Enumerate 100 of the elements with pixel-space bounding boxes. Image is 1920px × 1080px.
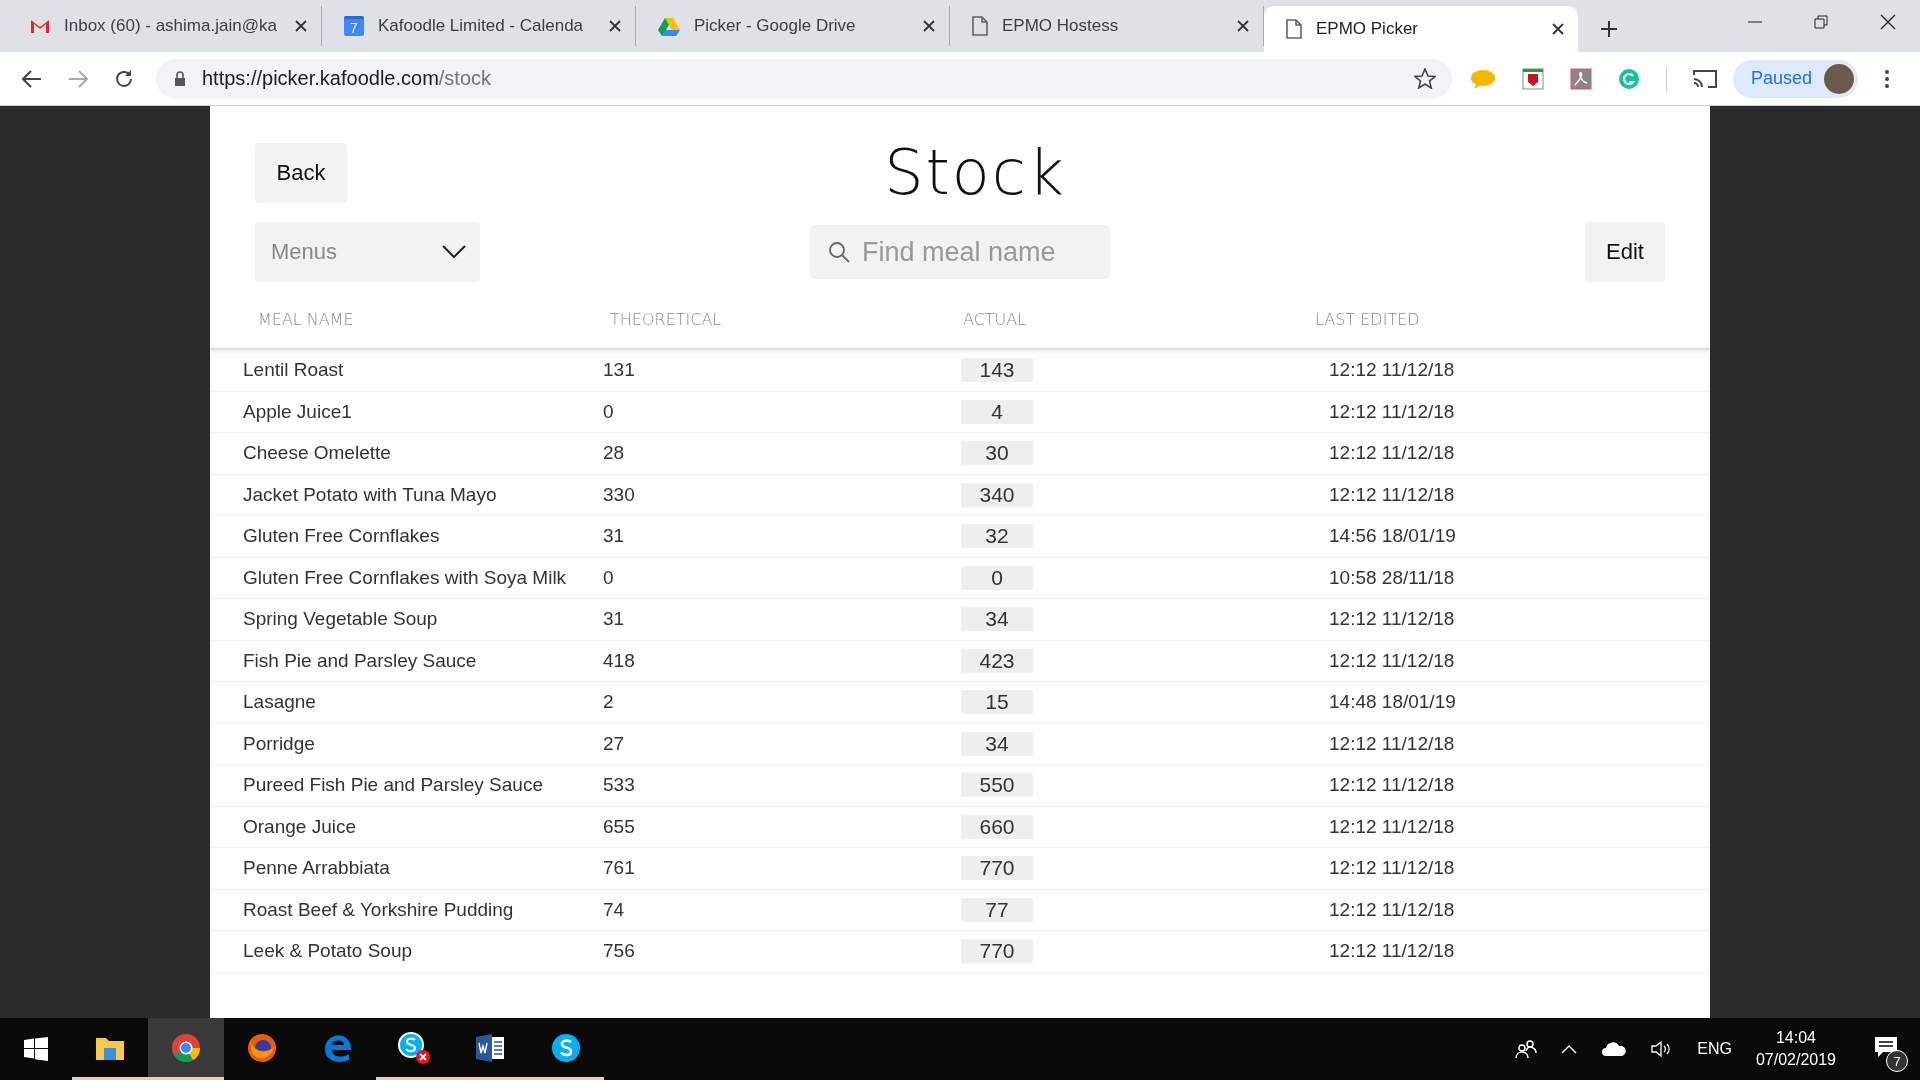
- people-icon[interactable]: [1515, 1039, 1538, 1059]
- actual-value: 0: [961, 565, 1033, 590]
- chevron-up-icon[interactable]: [1561, 1044, 1578, 1054]
- page-title: Stock: [884, 136, 1066, 209]
- table-cell-text: 0: [603, 400, 615, 423]
- table-cell-text: 756: [603, 940, 636, 963]
- table-cell-text: Jacket Potato with Tuna Mayo: [243, 483, 498, 506]
- menu-icon[interactable]: [1884, 68, 1891, 89]
- table-cell-text: 12:12 11/12/18: [1328, 940, 1456, 963]
- s-logo-icon: [551, 1032, 581, 1063]
- table-cell-text: Apple Juice1: [243, 400, 353, 423]
- language-indicator[interactable]: ENG: [1697, 1040, 1732, 1058]
- table-cell-text: Fish Pie and Parsley Sauce: [243, 649, 478, 672]
- cast-icon[interactable]: [1693, 68, 1717, 89]
- taskbar-app[interactable]: [148, 1018, 224, 1080]
- avatar: [1824, 63, 1855, 94]
- close-icon[interactable]: [1237, 20, 1249, 32]
- close-icon[interactable]: [609, 20, 621, 32]
- table-cell-text: 12:12 11/12/18: [1328, 442, 1456, 465]
- table-cell-text: 14:48 18/01/19: [1328, 691, 1457, 714]
- table-cell-text: 12:12 11/12/18: [1328, 857, 1456, 880]
- table-cell-text: Lentil Roast: [243, 359, 345, 382]
- actual-value: 32: [961, 524, 1033, 549]
- e-logo-icon: [323, 1032, 353, 1063]
- table-cell-text: Spring Vegetable Soup: [243, 608, 439, 631]
- chevron-down-icon: [442, 245, 466, 259]
- table-cell-text: 418: [603, 649, 636, 672]
- calendar-icon: 7: [344, 16, 364, 36]
- table-cell-text: 12:12 11/12/18: [1328, 400, 1456, 423]
- document-icon: [972, 16, 988, 36]
- url-text: https://picker.kafoodle.com/stock: [202, 67, 492, 90]
- table-cell-text: Gluten Free Cornflakes: [243, 525, 441, 548]
- star-icon[interactable]: [1414, 68, 1436, 89]
- actual-value: 77: [961, 897, 1033, 922]
- table-cell-text: Pureed Fish Pie and Parsley Sauce: [243, 774, 544, 797]
- table-cell-text: 655: [603, 815, 636, 838]
- close-icon[interactable]: [923, 20, 935, 32]
- actual-value: 550: [961, 773, 1033, 798]
- close-icon[interactable]: [295, 20, 307, 32]
- close-icon[interactable]: [1552, 23, 1564, 35]
- table-cell-text: 28: [603, 442, 626, 465]
- actual-value: 30: [961, 441, 1033, 466]
- restore-icon[interactable]: [1814, 15, 1828, 29]
- column-header: THEORETICAL: [610, 310, 723, 331]
- actual-value: 4: [961, 399, 1033, 424]
- column-header: MEAL NAME: [258, 310, 355, 331]
- table-cell-text: Penne Arrabbiata: [243, 857, 391, 880]
- browser-tab[interactable]: Picker - Google Drive: [636, 6, 950, 46]
- shield-icon[interactable]: [1522, 67, 1544, 90]
- table-cell-text: 14:56 18/01/19: [1328, 525, 1457, 548]
- column-header: LAST EDITED: [1315, 310, 1421, 331]
- clock[interactable]: 14:04 07/02/2019: [1755, 1029, 1836, 1069]
- reload-icon[interactable]: [114, 68, 134, 89]
- edit-button[interactable]: Edit: [1585, 222, 1665, 282]
- browser-tab[interactable]: Inbox (60) - ashima.jain@ka: [8, 6, 322, 46]
- table-cell-text: 27: [603, 732, 626, 755]
- browser-tab[interactable]: 7 Kafoodle Limited - Calenda: [322, 6, 636, 46]
- triangle-icon: [658, 16, 680, 36]
- browser-tab[interactable]: EPMO Picker: [1264, 6, 1578, 52]
- table-cell-text: Leek & Potato Soup: [243, 940, 413, 963]
- notification-count-badge: 7: [1886, 1050, 1908, 1072]
- table-cell-text: 12:12 11/12/18: [1328, 732, 1456, 755]
- windows-start-icon[interactable]: [24, 1037, 48, 1061]
- back-button[interactable]: Back: [255, 142, 347, 203]
- table-cell-text: 10:58 28/11/18: [1328, 566, 1456, 589]
- table-cell-text: Roast Beef & Yorkshire Pudding: [243, 898, 515, 921]
- table-cell-text: 12:12 11/12/18: [1328, 483, 1456, 506]
- table-cell-text: 74: [603, 898, 626, 921]
- actual-value: 340: [961, 482, 1033, 507]
- lock-icon: [174, 71, 186, 86]
- actual-value: 423: [961, 648, 1033, 673]
- back-arrow-icon[interactable]: [22, 69, 42, 88]
- actual-value: 34: [961, 607, 1033, 632]
- table-cell-text: 12:12 11/12/18: [1328, 359, 1456, 382]
- speech-bubble-icon[interactable]: [1874, 1036, 1898, 1058]
- new-tab-icon[interactable]: [1600, 20, 1618, 38]
- pdf-icon[interactable]: [1570, 67, 1592, 90]
- fox-circle-icon: [247, 1032, 277, 1063]
- actual-value: 770: [961, 939, 1033, 964]
- table-cell-text: 0: [603, 566, 615, 589]
- table-cell-text: 533: [603, 774, 636, 797]
- profile-button[interactable]: Paused: [1733, 59, 1859, 98]
- document-icon: [1286, 19, 1302, 39]
- actual-value: 660: [961, 814, 1033, 839]
- table-cell-text: 12:12 11/12/18: [1328, 898, 1456, 921]
- table-cell-text: 2: [603, 691, 615, 714]
- table-cell-text: 131: [603, 359, 636, 382]
- w-document-icon: [475, 1033, 505, 1062]
- address-bar[interactable]: https://picker.kafoodle.com/stock: [156, 58, 1452, 99]
- close-icon[interactable]: [1880, 14, 1896, 30]
- table-cell-text: 12:12 11/12/18: [1328, 774, 1456, 797]
- cloud-icon[interactable]: [1601, 1041, 1628, 1057]
- search-icon: [828, 241, 850, 263]
- actual-value: 15: [961, 690, 1033, 715]
- circle-logo-icon: [171, 1032, 201, 1063]
- column-header: ACTUAL: [963, 310, 1028, 331]
- table-cell-text: 12:12 11/12/18: [1328, 608, 1456, 631]
- table-cell-text: Porridge: [243, 732, 316, 755]
- table-cell-text: Lasagne: [243, 691, 317, 714]
- search-field[interactable]: Find meal name: [810, 225, 1110, 279]
